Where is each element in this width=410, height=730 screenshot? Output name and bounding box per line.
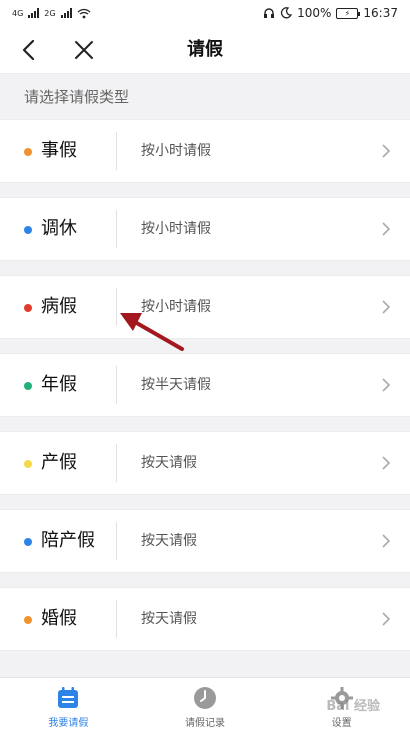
leave-type-name: 年假 bbox=[41, 374, 77, 395]
network-type-1: 4G bbox=[12, 8, 24, 18]
row-divider bbox=[116, 522, 117, 560]
leave-unit-text: 按天请假 bbox=[141, 533, 197, 549]
page-title: 请假 bbox=[187, 39, 223, 60]
leave-type-name: 婚假 bbox=[41, 608, 77, 629]
section-header: 请选择请假类型 bbox=[0, 75, 410, 119]
row-divider bbox=[116, 444, 117, 482]
leave-type-dot bbox=[24, 226, 32, 234]
battery-icon: ⚡ bbox=[336, 7, 361, 19]
wifi-icon bbox=[77, 8, 91, 18]
tab-label: 设置 bbox=[331, 718, 352, 729]
calendar-icon bbox=[58, 687, 79, 708]
signal-icon-2 bbox=[60, 8, 72, 18]
leave-type-dot bbox=[24, 538, 32, 546]
leave-unit-text: 按半天请假 bbox=[141, 377, 211, 393]
leave-type-row[interactable]: 调休 按小时请假 bbox=[0, 197, 410, 261]
network-type-2: 2G bbox=[44, 8, 56, 18]
chevron-right-icon bbox=[382, 456, 391, 470]
leave-type-row[interactable]: 病假 按小时请假 bbox=[0, 275, 410, 339]
leave-type-row[interactable]: 年假 按半天请假 bbox=[0, 353, 410, 417]
leave-type-row[interactable]: 事假 按小时请假 bbox=[0, 119, 410, 183]
chevron-right-icon bbox=[382, 144, 391, 158]
back-arrow-icon[interactable] bbox=[14, 36, 42, 64]
leave-type-dot bbox=[24, 148, 32, 156]
battery-percent: 100% bbox=[297, 6, 332, 20]
tab-label: 我要请假 bbox=[48, 718, 89, 729]
status-right: 100% ⚡ 16:37 bbox=[263, 6, 398, 20]
leave-type-row[interactable]: 产假 按天请假 bbox=[0, 431, 410, 495]
leave-unit-text: 按小时请假 bbox=[141, 143, 211, 159]
row-divider bbox=[116, 210, 117, 248]
leave-type-row[interactable]: 陪产假 按天请假 bbox=[0, 509, 410, 573]
chevron-right-icon bbox=[382, 378, 391, 392]
leave-type-dot bbox=[24, 382, 32, 390]
chevron-right-icon bbox=[382, 534, 391, 548]
leave-type-name: 病假 bbox=[41, 296, 77, 317]
clock-icon bbox=[194, 687, 216, 709]
tab-settings[interactable]: 设置 bbox=[273, 678, 410, 730]
gear-icon bbox=[330, 687, 353, 709]
bottom-tab-bar: 我要请假 请假记录 设置 bbox=[0, 677, 410, 730]
leave-type-row[interactable]: 婚假 按天请假 bbox=[0, 587, 410, 651]
chevron-right-icon bbox=[382, 222, 391, 236]
close-icon[interactable] bbox=[70, 36, 98, 64]
leave-type-list: 事假 按小时请假 调休 按小时请假 病假 按小时请假 年假 按半天请假 产假 按天请假 陪产假 按天请… bbox=[0, 119, 410, 665]
clock-time: 16:37 bbox=[363, 6, 398, 20]
status-left: 4G 2G bbox=[12, 8, 91, 19]
moon-icon bbox=[281, 7, 293, 19]
chevron-right-icon bbox=[382, 612, 391, 626]
leave-unit-text: 按天请假 bbox=[141, 611, 197, 627]
leave-type-name: 事假 bbox=[41, 140, 77, 161]
leave-unit-text: 按小时请假 bbox=[141, 221, 211, 237]
tab-leave-records[interactable]: 请假记录 bbox=[137, 678, 274, 730]
leave-type-name: 产假 bbox=[41, 452, 77, 473]
leave-unit-text: 按小时请假 bbox=[141, 299, 211, 315]
leave-type-dot bbox=[24, 460, 32, 468]
chevron-right-icon bbox=[382, 300, 391, 314]
nav-bar: 请假 bbox=[0, 26, 410, 74]
row-divider bbox=[116, 132, 117, 170]
tab-apply-leave[interactable]: 我要请假 bbox=[0, 678, 137, 730]
row-divider bbox=[116, 366, 117, 404]
status-bar: 4G 2G 100% ⚡ 16:37 bbox=[0, 0, 410, 26]
leave-unit-text: 按天请假 bbox=[141, 455, 197, 471]
row-divider bbox=[116, 600, 117, 638]
leave-type-dot bbox=[24, 304, 32, 312]
headphones-icon bbox=[264, 8, 275, 18]
leave-type-name: 调休 bbox=[41, 218, 77, 239]
row-divider bbox=[116, 288, 117, 326]
tab-label: 请假记录 bbox=[185, 718, 225, 729]
leave-type-name: 陪产假 bbox=[41, 530, 95, 551]
signal-icon bbox=[28, 8, 40, 18]
leave-type-dot bbox=[24, 616, 32, 624]
